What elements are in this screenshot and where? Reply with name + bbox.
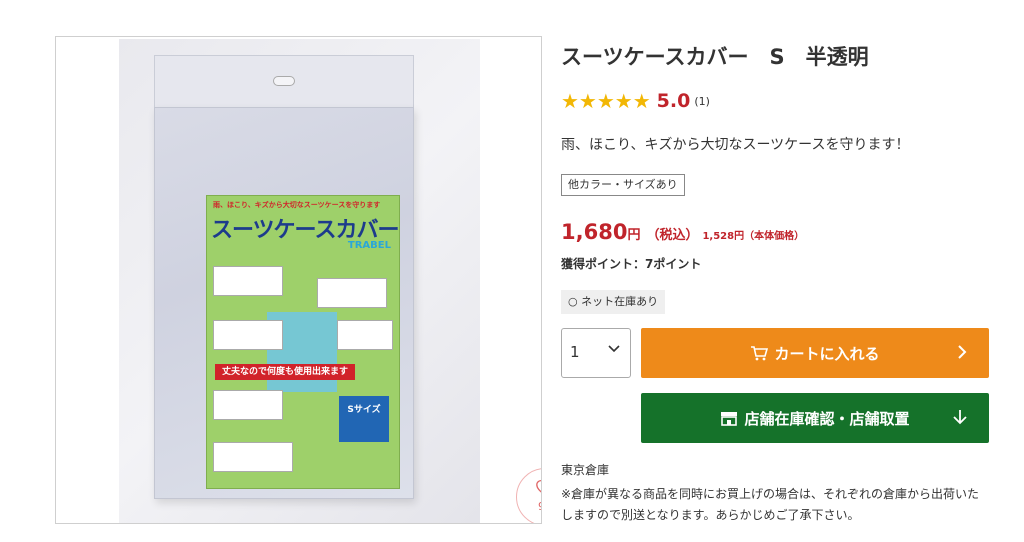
- rating[interactable]: ★★★★★ 5.0 (1): [561, 90, 710, 112]
- price-tax-label: （税込）: [646, 228, 699, 243]
- package-note: [213, 320, 283, 350]
- shipping-notice: ※倉庫が異なる商品を同時にお買上げの場合は、それぞれの倉庫から出荷いたしますので…: [561, 487, 980, 522]
- base-price: 1,528円（本体価格）: [702, 231, 805, 242]
- chevron-right-icon: [958, 345, 967, 359]
- store-stock-label: 店舗在庫確認・店舗取置: [744, 409, 910, 428]
- store-stock-button[interactable]: 店舗在庫確認・店舗取置: [641, 393, 989, 443]
- rating-stars: ★★★★★: [561, 89, 651, 113]
- heart-icon: [536, 479, 541, 493]
- package-note: [213, 266, 283, 296]
- chevron-down-icon: [608, 345, 620, 353]
- cart-icon: [751, 346, 769, 361]
- rating-score: 5.0: [656, 90, 691, 112]
- package-note: [317, 278, 387, 308]
- variant-tag[interactable]: 他カラー・サイズあり: [561, 174, 685, 196]
- favorite-button[interactable]: 93: [516, 468, 541, 523]
- package-subtitle: 雨、ほこり、キズから大切なスーツケースを守ります: [213, 201, 381, 209]
- arrow-down-icon: [953, 410, 967, 425]
- stock-status: ○ ネット在庫あり: [561, 290, 666, 314]
- add-to-cart-button[interactable]: カートに入れる: [641, 328, 989, 378]
- quantity-select[interactable]: 1: [561, 328, 631, 378]
- points-earned: 獲得ポイント：7ポイント: [561, 257, 702, 271]
- package-note: [337, 320, 393, 350]
- package-note: [213, 442, 293, 472]
- favorite-count: 93: [517, 501, 541, 513]
- package-note: [213, 390, 283, 420]
- store-icon: [721, 412, 738, 426]
- quantity-value: 1: [570, 343, 580, 361]
- package-size: Sサイズ: [339, 396, 389, 442]
- price: 1,680円 （税込） 1,528円（本体価格）: [561, 220, 804, 244]
- package-brand: TRABEL: [347, 240, 391, 251]
- price-unit: 円: [627, 228, 641, 243]
- package-card: 雨、ほこり、キズから大切なスーツケースを守ります スーツケースカバー TRABE…: [206, 195, 400, 489]
- add-to-cart-label: カートに入れる: [774, 344, 880, 363]
- warehouse-label: 東京倉庫: [561, 463, 610, 477]
- review-count[interactable]: (1): [694, 95, 710, 108]
- product-image[interactable]: 雨、ほこり、キズから大切なスーツケースを守ります スーツケースカバー TRABE…: [55, 36, 542, 524]
- product-description: 雨、ほこり、キズから大切なスーツケースを守ります！: [561, 137, 910, 153]
- price-amount: 1,680: [561, 220, 628, 244]
- product-title: スーツケースカバー S 半透明: [561, 45, 869, 69]
- package-banner: 丈夫なので何度も使用出来ます: [215, 364, 355, 380]
- package-hanger: [154, 55, 414, 111]
